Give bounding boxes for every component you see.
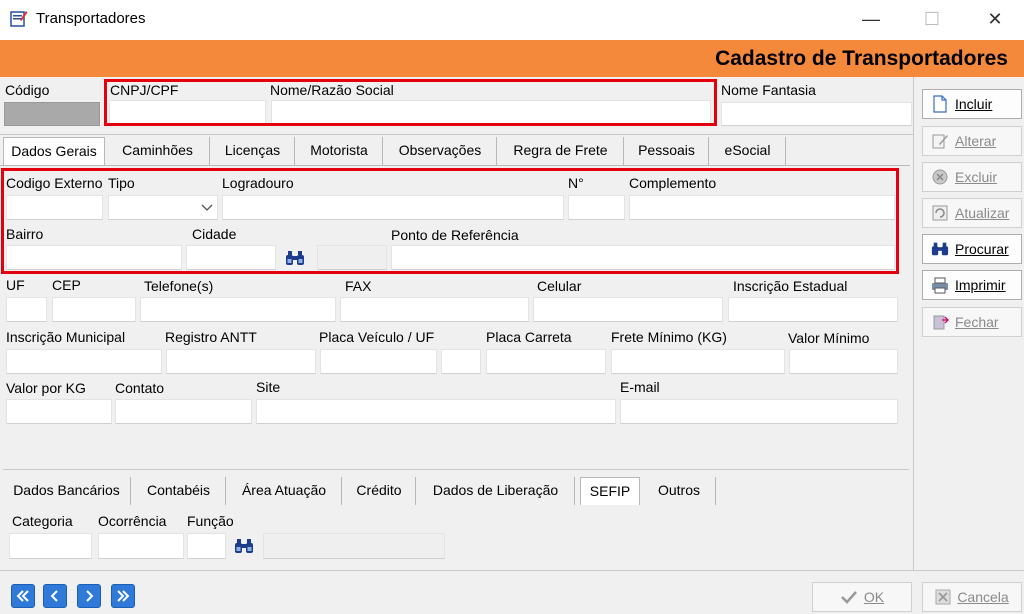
celular-field[interactable] bbox=[533, 297, 723, 322]
placa-veiculo-label: Placa Veículo / UF bbox=[319, 329, 435, 345]
fax-field[interactable] bbox=[340, 297, 529, 322]
ocorrencia-field[interactable] bbox=[98, 533, 184, 559]
double-chevron-left-icon bbox=[16, 590, 29, 602]
categoria-label: Categoria bbox=[12, 513, 73, 529]
frete-minimo-field[interactable] bbox=[611, 349, 785, 374]
tab-outros[interactable]: Outros bbox=[643, 477, 716, 505]
frete-minimo-label: Frete Mínimo (KG) bbox=[611, 329, 727, 345]
delete-icon bbox=[932, 169, 948, 185]
chevron-right-icon bbox=[86, 590, 94, 602]
tab-dados-gerais[interactable]: Dados Gerais bbox=[3, 137, 105, 165]
imprimir-button[interactable]: Imprimir bbox=[922, 270, 1022, 300]
placa-carreta-label: Placa Carreta bbox=[486, 329, 572, 345]
divider-bottom bbox=[0, 570, 1024, 571]
incluir-button[interactable]: Incluir bbox=[922, 89, 1022, 119]
app-icon bbox=[10, 11, 28, 27]
double-chevron-right-icon bbox=[117, 590, 130, 602]
placa-uf-field[interactable] bbox=[441, 349, 481, 374]
telefone-field[interactable] bbox=[140, 297, 336, 322]
telefone-label: Telefone(s) bbox=[144, 278, 214, 294]
alterar-button[interactable]: Alterar bbox=[922, 126, 1022, 156]
valor-minimo-label: Valor Mínimo bbox=[788, 330, 870, 346]
printer-icon bbox=[932, 277, 948, 294]
atualizar-button[interactable]: Atualizar bbox=[922, 198, 1022, 228]
uf-label: UF bbox=[6, 277, 25, 293]
cep-label: CEP bbox=[52, 277, 81, 293]
valor-minimo-field[interactable] bbox=[789, 349, 898, 374]
valor-kg-field[interactable] bbox=[6, 399, 112, 424]
cep-field[interactable] bbox=[52, 297, 136, 322]
new-document-icon bbox=[933, 95, 947, 113]
inscricao-estadual-label: Inscrição Estadual bbox=[733, 278, 848, 294]
tab-pessoais[interactable]: Pessoais bbox=[625, 137, 709, 165]
close-button[interactable]: ✕ bbox=[980, 8, 1010, 32]
maximize-button[interactable]: ☐ bbox=[917, 8, 947, 32]
site-field[interactable] bbox=[256, 399, 616, 424]
celular-label: Celular bbox=[537, 278, 582, 294]
contato-label: Contato bbox=[115, 380, 165, 396]
codigo-label: Código bbox=[5, 82, 50, 98]
tab-area-atuacao[interactable]: Área Atuação bbox=[227, 477, 342, 505]
fantasia-field[interactable] bbox=[721, 102, 912, 126]
tab-credito[interactable]: Crédito bbox=[343, 477, 416, 505]
tab-observacoes[interactable]: Observações bbox=[384, 137, 497, 165]
tab-dados-liberacao[interactable]: Dados de Liberação bbox=[417, 477, 575, 505]
inscricao-estadual-field[interactable] bbox=[728, 297, 898, 322]
placa-carreta-field[interactable] bbox=[486, 349, 606, 374]
contato-field[interactable] bbox=[115, 399, 252, 424]
site-label: Site bbox=[256, 379, 281, 395]
funcao-description-field bbox=[263, 533, 445, 559]
highlight-box-top bbox=[104, 79, 717, 126]
ocorrencia-label: Ocorrência bbox=[98, 513, 167, 529]
next-record-button[interactable] bbox=[77, 584, 101, 608]
last-record-button[interactable] bbox=[111, 584, 135, 608]
email-label: E-mail bbox=[620, 379, 660, 395]
checkmark-icon bbox=[840, 591, 857, 604]
chevron-left-icon bbox=[50, 590, 58, 602]
funcao-field[interactable] bbox=[187, 533, 226, 559]
excluir-button[interactable]: Excluir bbox=[922, 162, 1022, 192]
tab-dados-bancarios[interactable]: Dados Bancários bbox=[3, 477, 131, 505]
placa-veiculo-field[interactable] bbox=[320, 349, 437, 374]
divider-lower bbox=[3, 469, 909, 470]
tab-contabeis[interactable]: Contabéis bbox=[132, 477, 226, 505]
procurar-button[interactable]: Procurar bbox=[922, 234, 1022, 264]
fechar-button[interactable]: Fechar bbox=[922, 307, 1022, 337]
first-record-button[interactable] bbox=[11, 584, 35, 608]
tab-baseline bbox=[0, 165, 910, 166]
highlight-box-address bbox=[1, 168, 899, 274]
close-door-icon bbox=[933, 315, 949, 330]
ok-button[interactable]: OK bbox=[812, 582, 912, 612]
minimize-button[interactable]: — bbox=[856, 8, 886, 32]
tab-regra-frete[interactable]: Regra de Frete bbox=[498, 137, 624, 165]
refresh-icon bbox=[932, 205, 948, 221]
cancel-icon bbox=[935, 589, 951, 605]
binoculars-icon bbox=[931, 242, 949, 256]
fax-label: FAX bbox=[345, 278, 372, 294]
tab-sefip[interactable]: SEFIP bbox=[580, 477, 640, 505]
uf-field[interactable] bbox=[6, 297, 47, 322]
window-title: Transportadores bbox=[36, 10, 146, 27]
search-binoculars-icon[interactable] bbox=[234, 538, 254, 554]
previous-record-button[interactable] bbox=[43, 584, 67, 608]
registro-antt-label: Registro ANTT bbox=[165, 329, 257, 345]
tab-motorista[interactable]: Motorista bbox=[296, 137, 383, 165]
inscricao-municipal-label: Inscrição Municipal bbox=[6, 329, 126, 345]
tab-esocial[interactable]: eSocial bbox=[710, 137, 786, 165]
codigo-field[interactable] bbox=[4, 102, 100, 126]
page-title: Cadastro de Transportadores bbox=[715, 47, 1008, 70]
divider bbox=[0, 134, 914, 135]
valor-kg-label: Valor por KG bbox=[6, 380, 86, 396]
cancela-button[interactable]: Cancela bbox=[922, 582, 1022, 612]
categoria-field[interactable] bbox=[9, 533, 92, 559]
registro-antt-field[interactable] bbox=[166, 349, 316, 374]
tab-caminhoes[interactable]: Caminhões bbox=[106, 137, 210, 165]
funcao-label: Função bbox=[187, 513, 234, 529]
fantasia-label: Nome Fantasia bbox=[721, 82, 816, 98]
inscricao-municipal-field[interactable] bbox=[6, 349, 162, 374]
tab-licencas[interactable]: Licenças bbox=[211, 137, 295, 165]
edit-icon bbox=[932, 134, 948, 149]
email-field[interactable] bbox=[620, 399, 898, 424]
